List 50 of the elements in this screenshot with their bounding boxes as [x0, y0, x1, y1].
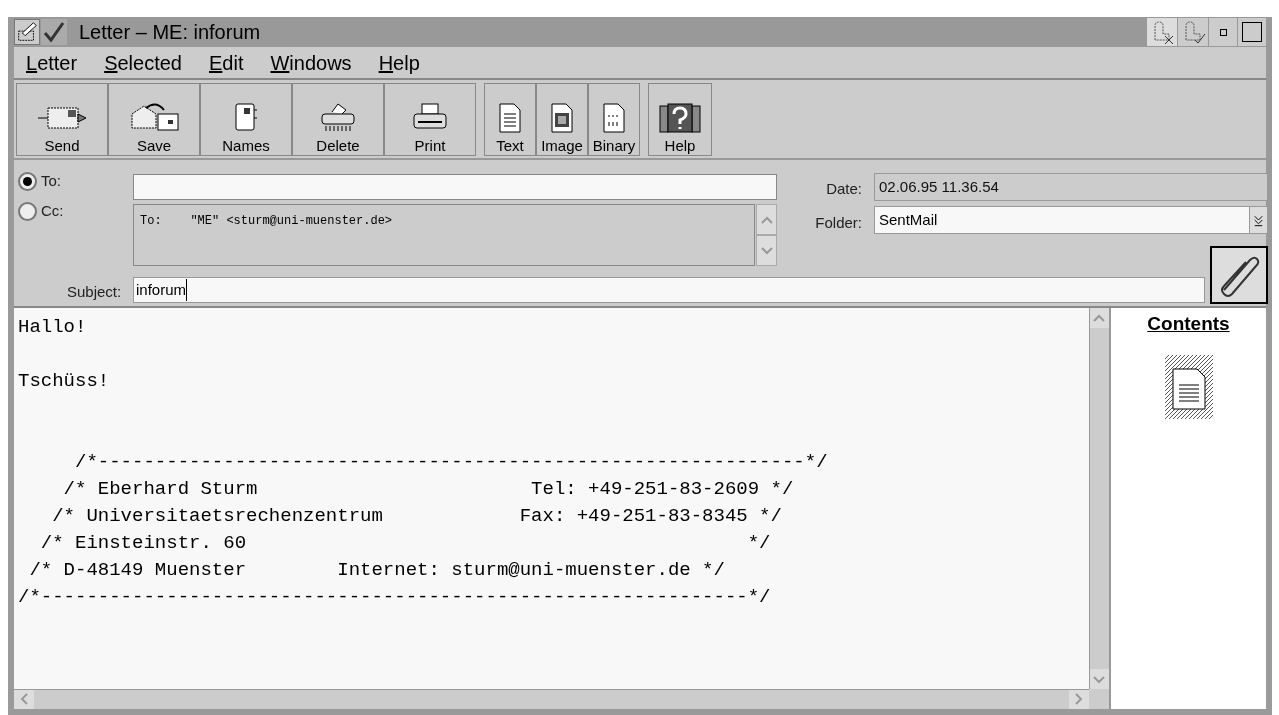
folder-dropdown[interactable]: SentMail: [874, 206, 1268, 234]
folder-label: Folder:: [815, 213, 862, 233]
image-icon: [551, 103, 573, 133]
toolbar-button[interactable]: Help: [648, 83, 712, 156]
scroll-right-icon[interactable]: [1069, 690, 1089, 709]
caret-up-icon: [760, 215, 773, 224]
scroll-down-icon[interactable]: [1090, 669, 1109, 689]
toolbar-button[interactable]: Send: [16, 83, 108, 156]
caret-down-icon: [760, 246, 773, 255]
save-icon: [128, 102, 180, 134]
menu-item[interactable]: Windows: [270, 47, 352, 78]
vertical-scrollbar[interactable]: [1089, 308, 1109, 689]
toolbar-button[interactable]: Binary: [588, 83, 640, 156]
menu-item[interactable]: Letter: [26, 47, 78, 78]
menu-item[interactable]: Help: [378, 47, 420, 78]
toolbar-button[interactable]: Print: [384, 83, 476, 156]
scroll-up-button[interactable]: [756, 204, 777, 235]
maximize-button[interactable]: [1238, 18, 1266, 46]
date-field: 02.06.95 11.36.54: [874, 173, 1268, 201]
scroll-left-icon[interactable]: [14, 690, 34, 709]
radio-button[interactable]: To:: [18, 170, 64, 192]
horizontal-scrollbar[interactable]: [14, 689, 1089, 709]
window-title: Letter – ME: inforum: [79, 20, 261, 45]
document-icon[interactable]: [1164, 354, 1213, 419]
hand-check-icon[interactable]: [1178, 18, 1208, 46]
subject-label: Subject:: [67, 282, 122, 302]
toolbar-button[interactable]: Image: [536, 83, 588, 156]
subject-field[interactable]: inforum: [133, 277, 1205, 303]
to-field[interactable]: [133, 174, 777, 200]
toolbar-button[interactable]: Delete: [292, 83, 384, 156]
hand-cancel-icon[interactable]: [1147, 18, 1177, 46]
minimize-button[interactable]: [1209, 18, 1237, 46]
letter-pencil-icon[interactable]: [14, 19, 40, 45]
menu-item[interactable]: Edit: [209, 47, 244, 78]
menu-item[interactable]: Selected: [104, 47, 182, 78]
text-icon: [499, 103, 521, 133]
toolbar-button[interactable]: Names: [200, 83, 292, 156]
checkmark-icon[interactable]: [41, 19, 67, 45]
message-text: Hallo! Tschüss! /*--------------------------------------------------------------*/ /* Eberhard Sturm Tel: +49-251-83-2609 */ /* Universitaetsrechenzentrum Fax: +49-251-83-8345 */ /* Einsteinstr. 60 */ /* D-48149 Muenster Internet: sturm@uni-muenster.de */ /*--------------------------------------------------------------*/: [18, 315, 829, 610]
message-editor[interactable]: [14, 308, 1089, 689]
recipients-list[interactable]: To: "ME" <sturm@uni-muenster.de>: [133, 204, 755, 266]
contents-heading: Contents: [1147, 312, 1230, 336]
toolbar-button[interactable]: Text: [484, 83, 536, 156]
date-label: Date:: [826, 179, 862, 199]
radio-button[interactable]: Cc:: [18, 200, 64, 222]
scroll-down-button[interactable]: [756, 235, 777, 266]
attach-button[interactable]: [1210, 246, 1268, 304]
binary-icon: [603, 103, 625, 133]
toolbar-button[interactable]: Save: [108, 83, 200, 156]
scroll-up-icon[interactable]: [1090, 308, 1109, 328]
